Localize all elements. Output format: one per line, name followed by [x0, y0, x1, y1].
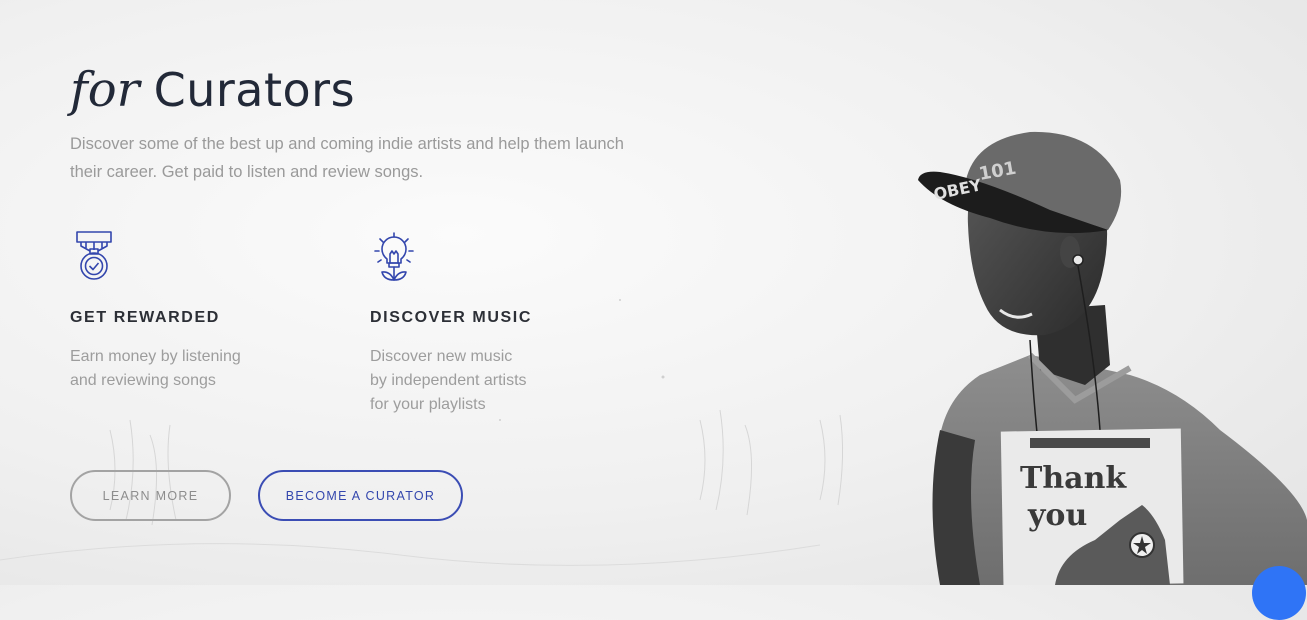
- chat-widget-button[interactable]: [1252, 566, 1306, 620]
- feature-title: GET REWARDED: [70, 309, 220, 326]
- hero-title: for Curators: [70, 56, 355, 123]
- lightbulb-icon: [374, 232, 414, 281]
- feature-title: DISCOVER MUSIC: [370, 309, 532, 326]
- feature-description: Earn money by listening and reviewing so…: [70, 348, 241, 389]
- hero-title-main: Curators: [153, 63, 356, 117]
- shirt-text-line2: you: [1027, 498, 1087, 533]
- hero-title-em: for: [70, 62, 140, 118]
- become-curator-button[interactable]: BECOME A CURATOR: [258, 470, 463, 521]
- feature-description: Discover new music by independent artist…: [370, 348, 527, 413]
- feature-get-rewarded: GET REWARDED Earn money by listening and…: [70, 230, 330, 393]
- medal-icon: [76, 231, 112, 280]
- feature-discover-music: DISCOVER MUSIC Discover new music by ind…: [370, 230, 630, 417]
- curator-photo: OBEY 101 Thank you: [918, 131, 1307, 585]
- learn-more-button[interactable]: LEARN MORE: [70, 470, 231, 521]
- shirt-text-line1: Thank: [1020, 461, 1127, 496]
- hero-subtitle: Discover some of the best up and coming …: [70, 135, 624, 181]
